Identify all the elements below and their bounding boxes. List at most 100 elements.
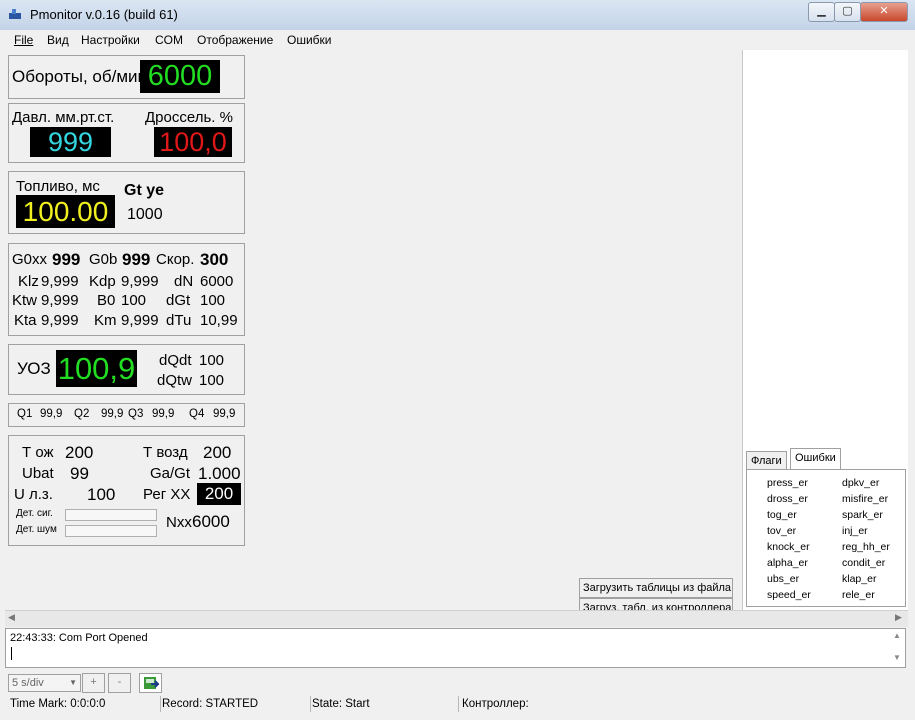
q1-value: 99,9 [40,408,63,420]
ubat-label: Ubat [22,465,54,482]
throttle-display: 100,0 [154,127,232,157]
scroll-right-icon[interactable]: ▶ [895,612,902,623]
kdp-label: Kdp [89,273,116,290]
rpm-display: 6000 [140,60,220,93]
status-state: State: Start [310,696,459,712]
nxx-value: 6000 [192,512,230,531]
q-panel: Q1 99,9 Q2 99,9 Q3 99,9 Q4 99,9 [8,403,245,427]
uoz-display: 100,9 [56,350,137,387]
q4-value: 99,9 [213,408,236,420]
error-flag-dpkv-er: dpkv_er [842,477,880,489]
horizontal-scrollbar[interactable] [5,610,908,627]
dqdt-value: 100 [199,352,225,369]
load-tables-file-button[interactable]: Загрузить таблицы из файла [579,578,733,598]
menu-display[interactable]: Отображение [197,33,273,47]
error-flag-misfire-er: misfire_er [842,493,889,505]
zoom-in-button[interactable]: + [82,673,105,693]
det-signal-label: Дет. сиг. [16,508,53,519]
kdp-value: 9,999 [121,273,159,290]
menu-settings[interactable]: Настройки [81,33,140,47]
status-record: Record: STARTED [160,696,311,712]
dqtw-value: 100 [199,372,225,389]
log-scroll-down-icon[interactable]: ▼ [893,653,901,662]
q2-value: 99,9 [101,408,124,420]
log-textarea[interactable]: 22:43:33: Com Port Opened ▲ ▼ [5,628,906,668]
toj-value: 200 [65,443,94,462]
dgt-value: 100 [200,292,226,309]
dn-label: dN [174,273,194,290]
regxx-display: 200 [197,483,241,505]
error-flag-spark-er: spark_er [842,509,883,521]
app-icon [9,9,21,19]
tab-flags[interactable]: Флаги [746,451,787,470]
g0b-value: 999 [122,250,151,269]
rpm-panel: Обороты, об/мин 6000 [8,55,245,99]
speed-select[interactable]: 5 s/div ▼ [8,674,81,692]
error-flag-rele-er: rele_er [842,589,875,601]
scroll-left-icon[interactable]: ◀ [8,612,15,623]
rpm-label: Обороты, об/мин [12,67,147,86]
fuel-label: Топливо, мс [16,178,100,195]
throttle-label: Дроссель. % [145,109,233,126]
error-flag-speed-er: speed_er [767,589,811,601]
klz-value: 9,999 [41,273,79,290]
window-title: Pmonitor v.0.16 (build 61) [30,7,178,22]
error-flag-ubs-er: ubs_er [767,573,800,585]
log-line: 22:43:33: Com Port Opened [10,632,148,644]
log-scroll-up-icon[interactable]: ▲ [893,631,901,640]
tab-errors[interactable]: Ошибки [790,448,841,470]
temps-panel: Т ож 200 Т возд 200 Ubat 99 Ga/Gt 1.000 … [8,435,245,546]
uoz-label: УОЗ [17,359,51,378]
q3-value: 99,9 [152,408,175,420]
tvozd-label: Т возд [143,444,188,461]
q2-label: Q2 [74,408,90,420]
gagt-label: Ga/Gt [150,465,191,482]
q3-label: Q3 [128,408,144,420]
fuel-display: 100.00 [16,195,115,228]
export-button[interactable] [139,673,162,693]
ulz-value: 100 [87,485,116,504]
errors-list [746,469,906,607]
dgt-label: dGt [166,292,191,309]
dqdt-label: dQdt [159,352,192,369]
status-controller: Контроллер: [462,698,529,710]
pressure-label: Давл. мм.рт.ст. [12,109,115,126]
menu-view[interactable]: Вид [47,33,69,47]
g0xx-label: G0xx [12,251,48,268]
error-flag-inj-er: inj_er [842,525,868,537]
error-flag-press-er: press_er [767,477,808,489]
error-flag-tov-er: tov_er [767,525,797,537]
gt-value: 1000 [127,206,163,223]
dtu-value: 10,99 [200,312,238,329]
export-icon [143,677,160,689]
menu-com[interactable]: COM [155,33,183,47]
dn-value: 6000 [200,273,234,290]
zoom-out-button[interactable]: - [108,673,131,693]
km-value: 9,999 [121,312,159,329]
speed-value: 5 s/div [12,677,44,689]
error-flag-condit-er: condit_er [842,557,886,569]
ubat-value: 99 [70,464,89,483]
close-button[interactable]: ✕ [860,2,908,22]
regxx-label: Рег XX [143,486,191,503]
minimize-button[interactable]: ▁ [808,2,835,22]
pressure-throttle-panel: Давл. мм.рт.ст. Дроссель. % 999 100,0 [8,103,245,163]
pressure-display: 999 [30,127,111,157]
minimize-icon: ▁ [817,5,826,17]
error-flag-klap-er: klap_er [842,573,877,585]
dqtw-label: dQtw [157,372,193,389]
fuel-panel: Топливо, мс 100.00 Gt ye 1000 [8,171,245,234]
error-flag-knock-er: knock_er [767,541,810,553]
menu-file[interactable]: File [14,33,33,47]
klz-label: Klz [18,273,39,290]
text-cursor [11,647,12,660]
det-signal-bar [65,509,157,521]
error-flag-alpha-er: alpha_er [767,557,808,569]
det-noise-label: Дет. шум [16,524,57,535]
ktw-value: 9,999 [41,292,79,309]
menu-errors[interactable]: Ошибки [287,33,332,47]
b0-label: B0 [97,292,116,309]
dtu-label: dTu [166,312,192,329]
maximize-button[interactable]: ▢ [834,2,861,22]
kta-value: 9,999 [41,312,79,329]
